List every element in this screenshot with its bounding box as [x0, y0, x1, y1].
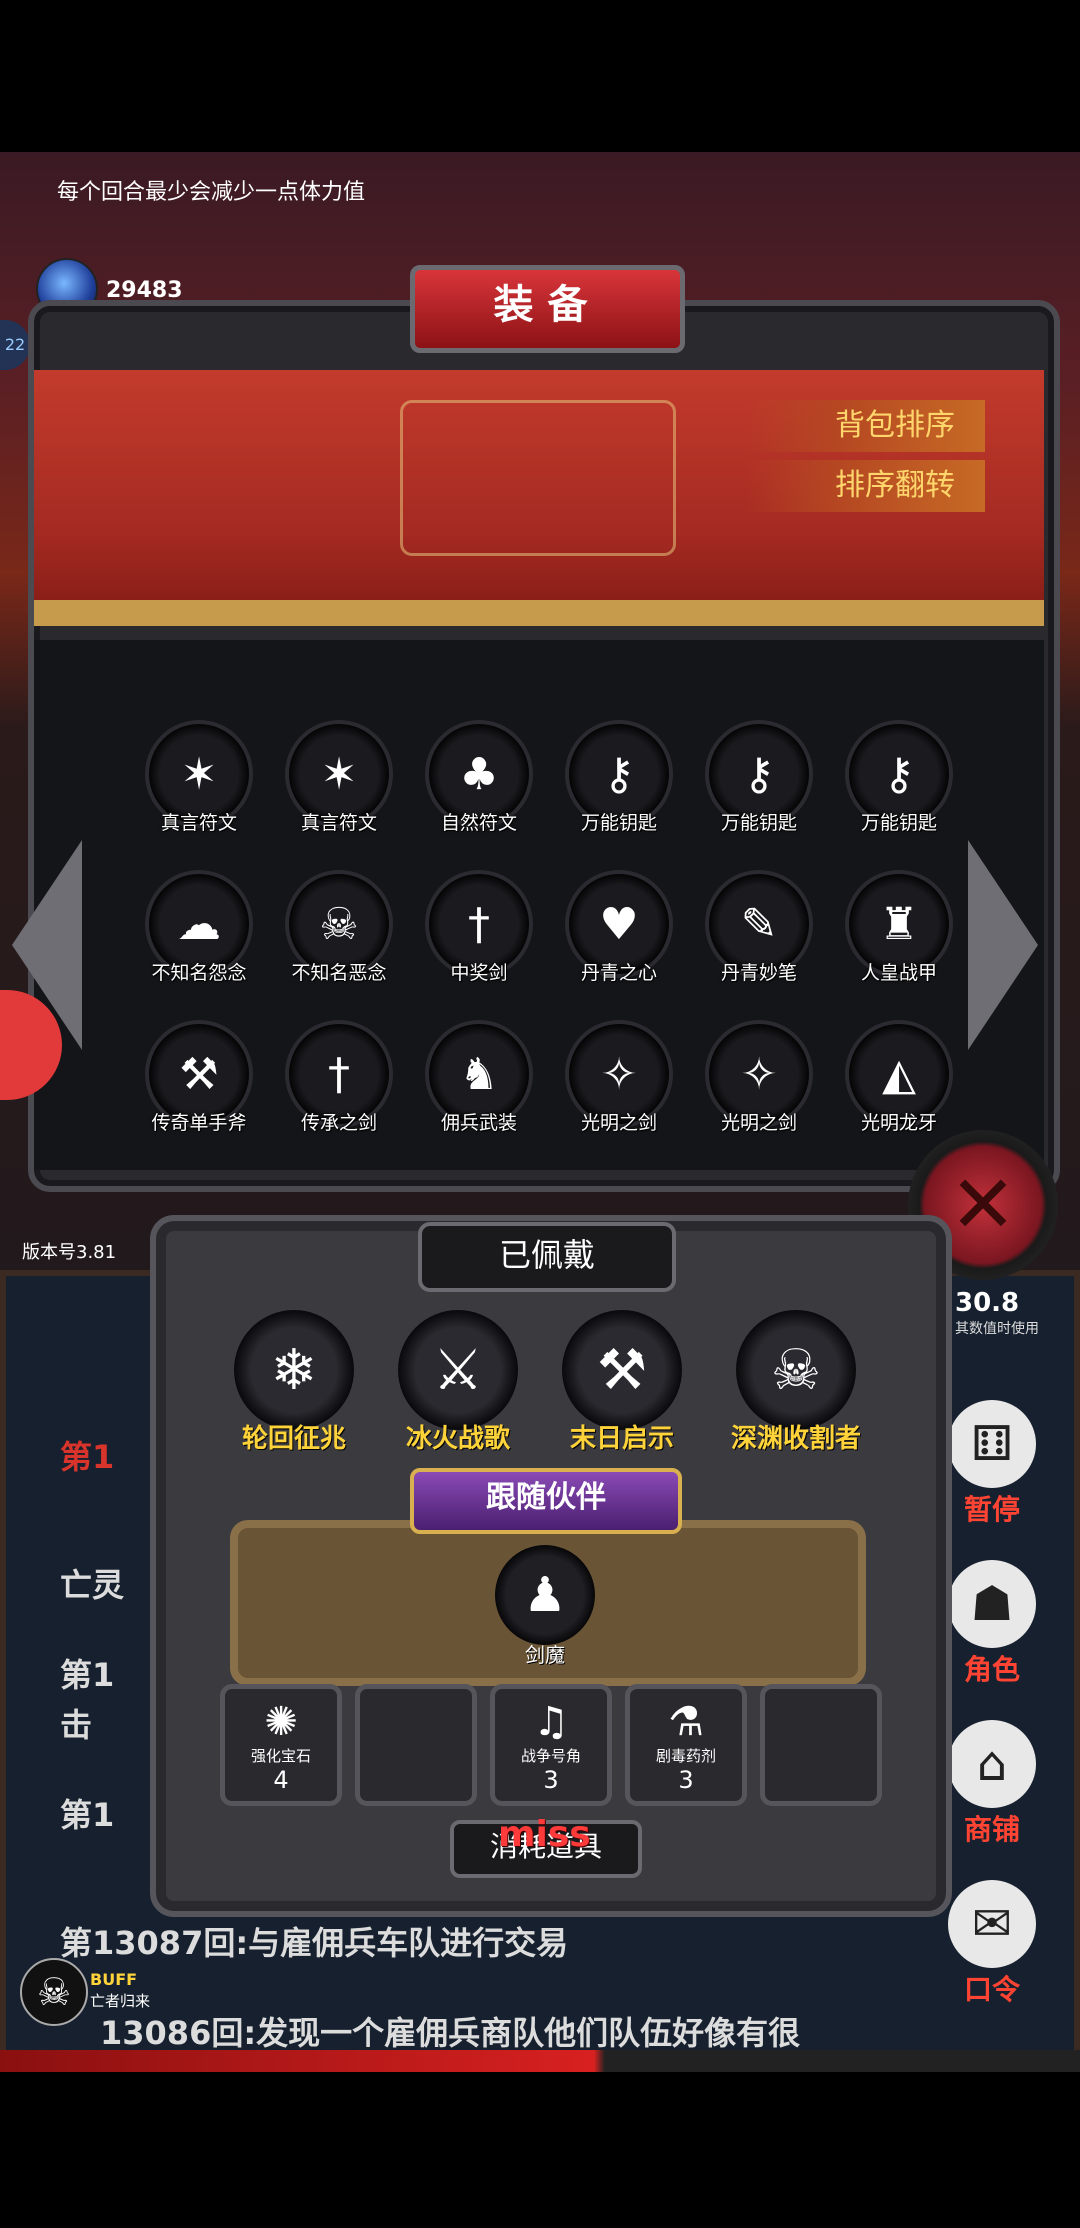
- item-slot[interactable]: † 传承之剑: [280, 1020, 398, 1138]
- character-label: 角色: [963, 1653, 1020, 1686]
- consumable-count: 4: [273, 1766, 289, 1794]
- equipped-slot[interactable]: ⚒ 末日启示: [552, 1310, 692, 1455]
- sort-bag-button[interactable]: 背包排序: [745, 400, 985, 452]
- log-line: 亡灵: [60, 1566, 125, 1604]
- pause-label: 暂停: [963, 1493, 1020, 1526]
- crossed-swords-icon: ⚔: [398, 1310, 518, 1430]
- consumable-count: 3: [678, 1766, 694, 1794]
- shop-icon: ⌂: [948, 1720, 1036, 1808]
- item-slot[interactable]: † 中奖剑: [420, 870, 538, 988]
- hint-text: 每个回合最少会减少一点体力值: [57, 180, 366, 205]
- reaper-icon: ☠: [736, 1310, 856, 1430]
- character-button[interactable]: ☗ 角色: [942, 1560, 1042, 1688]
- item-label: 自然符文: [440, 812, 517, 834]
- score-note: 其数值时使用: [955, 1321, 1039, 1337]
- item-slot[interactable]: ♜ 人皇战甲: [840, 870, 958, 988]
- miss-popup: miss: [498, 1814, 591, 1855]
- score-value: 30.8: [955, 1288, 1020, 1318]
- item-slot[interactable]: ✎ 丹青妙笔: [700, 870, 818, 988]
- companion-title: 跟随伙伴: [410, 1468, 682, 1534]
- item-slot[interactable]: ✶ 真言符文: [280, 720, 398, 838]
- equipped-slot[interactable]: ☠ 深渊收割者: [726, 1310, 866, 1455]
- equipped-label: 深渊收割者: [730, 1424, 861, 1454]
- pause-button[interactable]: ⚅ 暂停: [942, 1400, 1042, 1528]
- item-slot[interactable]: ✶ 真言符文: [140, 720, 258, 838]
- item-label: 光明龙牙: [860, 1112, 937, 1134]
- hood-icon: ☗: [948, 1560, 1036, 1648]
- health-bar: [0, 2050, 1080, 2072]
- companion-slot[interactable]: ♟ 剑魔: [490, 1545, 600, 1668]
- code-label: 口令: [963, 1973, 1020, 2006]
- item-label: 光明之剑: [580, 1112, 657, 1134]
- potion-icon: ⚗: [668, 1699, 704, 1745]
- equipped-slot[interactable]: ⚔ 冰火战歌: [388, 1310, 528, 1455]
- equipped-label: 冰火战歌: [405, 1424, 510, 1454]
- axes-icon: ⚒: [562, 1310, 682, 1430]
- item-slot[interactable]: ☠ 不知名恶念: [280, 870, 398, 988]
- item-label: 中奖剑: [450, 962, 508, 984]
- shop-button[interactable]: ⌂ 商铺: [942, 1720, 1042, 1848]
- item-slot[interactable]: ⚒ 传奇单手斧: [140, 1020, 258, 1138]
- dice-icon: ⚅: [948, 1400, 1036, 1488]
- item-slot[interactable]: ◭ 光明龙牙: [840, 1020, 958, 1138]
- consumable-slot[interactable]: ⚗ 剧毒药剂 3: [625, 1684, 747, 1806]
- item-slot[interactable]: ✧ 光明之剑: [560, 1020, 678, 1138]
- item-label: 传承之剑: [300, 1112, 377, 1134]
- consumable-slot[interactable]: ✺ 强化宝石 4: [220, 1684, 342, 1806]
- log-line: 击: [60, 1706, 93, 1744]
- scroll-icon: ✉: [948, 1880, 1036, 1968]
- log-line: 第1: [60, 1656, 115, 1694]
- item-label: 丹青之心: [580, 962, 657, 984]
- version-label: 版本号3.81: [22, 1242, 117, 1263]
- equipped-label: 末日启示: [569, 1424, 674, 1454]
- buff-label: BUFF: [90, 1970, 138, 1989]
- equipped-label: 轮回征兆: [241, 1424, 346, 1454]
- equipment-title: 装备: [410, 265, 685, 353]
- log-line: 第1: [60, 1796, 115, 1834]
- item-slot[interactable]: ♥ 丹青之心: [560, 870, 678, 988]
- consumable-slot-empty[interactable]: [355, 1684, 477, 1806]
- item-slot[interactable]: ☁ 不知名怨念: [140, 870, 258, 988]
- item-label: 不知名恶念: [291, 962, 387, 984]
- item-label: 万能钥匙: [720, 812, 797, 834]
- consumable-label: 强化宝石: [250, 1747, 311, 1765]
- item-slot[interactable]: ♞ 佣兵武装: [420, 1020, 538, 1138]
- item-label: 真言符文: [160, 812, 237, 834]
- consumable-slot[interactable]: ♫ 战争号角 3: [490, 1684, 612, 1806]
- crossed-swords-emblem-icon: [400, 400, 676, 556]
- item-label: 丹青妙笔: [720, 962, 797, 984]
- ice-staff-icon: ❄: [234, 1310, 354, 1430]
- item-label: 光明之剑: [720, 1112, 797, 1134]
- companion-name: 剑魔: [525, 1643, 565, 1667]
- item-slot[interactable]: ⚷ 万能钥匙: [840, 720, 958, 838]
- item-slot[interactable]: ✧ 光明之剑: [700, 1020, 818, 1138]
- log-line: 13086回:发现一个雇佣兵商队他们队伍好像有很: [100, 2014, 801, 2052]
- log-line: 第13087回:与雇佣兵车队进行交易: [60, 1924, 569, 1962]
- skull-icon[interactable]: ☠: [20, 1958, 88, 2026]
- consumable-slot-empty[interactable]: [760, 1684, 882, 1806]
- sword-demon-icon: ♟: [495, 1545, 595, 1645]
- item-slot[interactable]: ⚷ 万能钥匙: [700, 720, 818, 838]
- consumable-label: 剧毒药剂: [655, 1747, 716, 1765]
- item-label: 万能钥匙: [860, 812, 937, 834]
- green-gem-icon: ✺: [264, 1699, 298, 1745]
- equipped-title: 已佩戴: [418, 1222, 676, 1292]
- consumable-count: 3: [543, 1766, 559, 1794]
- equipped-slot[interactable]: ❄ 轮回征兆: [224, 1310, 364, 1455]
- consumable-label: 战争号角: [520, 1747, 581, 1765]
- buff-name: 亡者归来: [90, 1992, 151, 2010]
- item-slot[interactable]: ♣ 自然符文: [420, 720, 538, 838]
- shop-label: 商铺: [963, 1813, 1020, 1846]
- item-slot[interactable]: ⚷ 万能钥匙: [560, 720, 678, 838]
- code-button[interactable]: ✉ 口令: [942, 1880, 1042, 2008]
- item-label: 万能钥匙: [580, 812, 657, 834]
- horn-icon: ♫: [533, 1699, 569, 1745]
- log-line: 第1: [60, 1438, 115, 1476]
- item-label: 佣兵武装: [440, 1112, 517, 1134]
- reverse-sort-button[interactable]: 排序翻转: [745, 460, 985, 512]
- item-label: 人皇战甲: [860, 962, 937, 984]
- item-label: 不知名怨念: [151, 962, 247, 984]
- item-label: 真言符文: [300, 812, 377, 834]
- item-label: 传奇单手斧: [151, 1112, 247, 1134]
